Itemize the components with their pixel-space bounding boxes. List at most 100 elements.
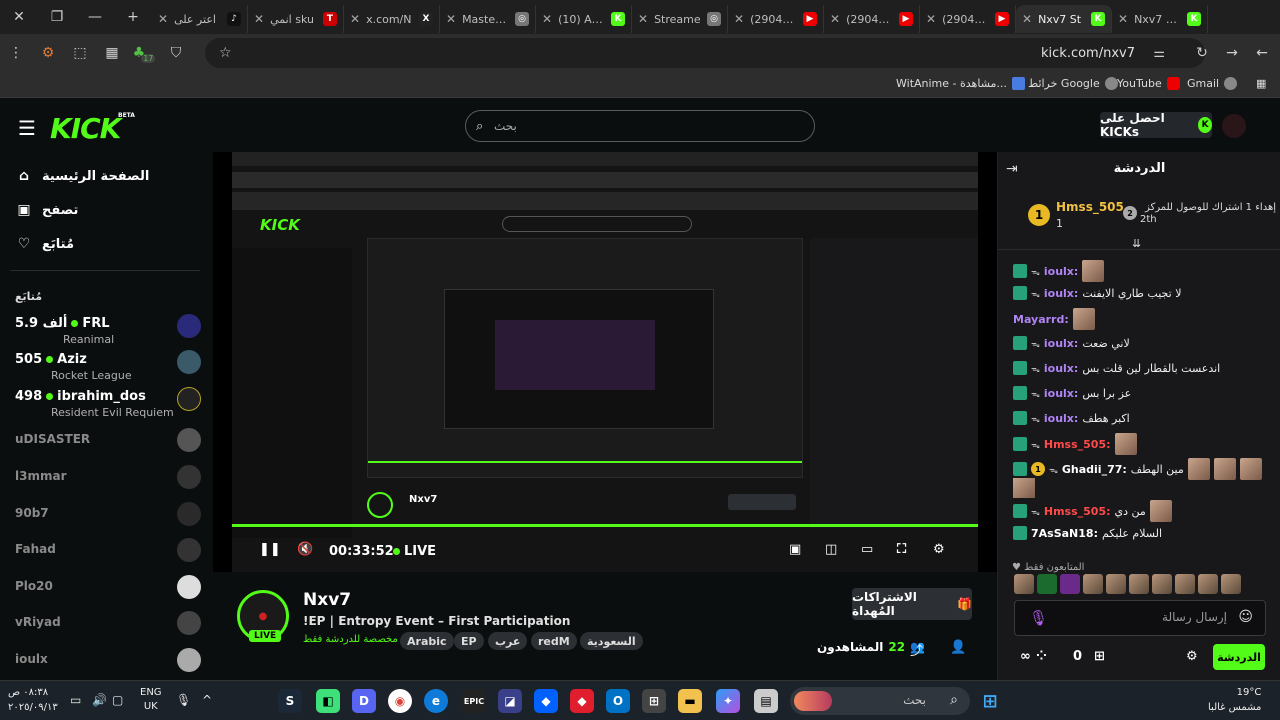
windows-start-icon[interactable]: ⊞ (978, 689, 1002, 713)
offline-channel[interactable]: 90b7 (15, 502, 201, 526)
mute-icon[interactable]: 🔇 (297, 542, 313, 557)
live-channel-ibrahim[interactable]: 498 ibrahim_dos Resident Evil Requiem (15, 387, 201, 421)
bookmark-gmail[interactable]: Gmail (1187, 77, 1238, 90)
taskbar-search[interactable]: بحث ⌕ (790, 687, 970, 715)
extension-icon[interactable]: ⚙ (32, 37, 64, 69)
chevron-up-icon[interactable]: ^ (202, 693, 212, 707)
restore-window-icon[interactable]: ❐ (38, 0, 76, 34)
file-explorer-icon[interactable]: ▬ (678, 689, 702, 713)
app-icon-2[interactable]: ◪ (498, 689, 522, 713)
close-tab-icon[interactable]: ✕ (542, 12, 552, 26)
tag-redm[interactable]: redM (531, 632, 577, 650)
shield-icon[interactable]: ⛉ (160, 37, 192, 69)
puzzle-icon[interactable]: ⬚ (64, 37, 96, 69)
chrome-icon[interactable]: ◉ (388, 689, 412, 713)
offline-channel[interactable]: Plo20 (15, 575, 201, 599)
chat-username[interactable]: Ghadii_77: (1062, 463, 1127, 476)
bookmark-star-icon[interactable]: ☆ (219, 45, 232, 61)
bookmark-youtube[interactable]: YouTube (1117, 77, 1180, 90)
browser-tab[interactable]: ✕ (2904) A ▶ (728, 5, 824, 33)
browser-tab[interactable]: ✕ Streame ◎ (632, 5, 728, 33)
channel-name[interactable]: Nxv7 (303, 590, 351, 610)
browser-tab[interactable]: ✕ (10) Alert K (536, 5, 632, 33)
store-icon[interactable]: ⊞ (1094, 649, 1105, 664)
extension-icon-2[interactable]: ▦ (96, 37, 128, 69)
close-tab-icon[interactable]: ✕ (446, 12, 456, 26)
extension-icon-3[interactable]: ♣ 17 (128, 37, 160, 69)
viewer-avatar[interactable] (1106, 574, 1126, 594)
tag-ep[interactable]: EP (454, 632, 484, 650)
epic-games-icon[interactable]: EPIC (462, 689, 486, 713)
leader-1-name[interactable]: Hmss_505 (1056, 200, 1124, 214)
viewer-avatar[interactable] (1152, 574, 1172, 594)
app-icon-3[interactable]: ◆ (570, 689, 594, 713)
weather-widget[interactable]: 19°C مشمس غالبا (1208, 685, 1261, 715)
fullscreen-icon[interactable]: ⛶ (897, 542, 906, 557)
offline-channel[interactable]: ioulx (15, 648, 201, 672)
reload-icon[interactable]: ↻ (1186, 37, 1218, 69)
chat-username[interactable]: ioulx: (1044, 287, 1078, 300)
live-channel-aziz[interactable]: 505 Aziz Rocket League (15, 350, 201, 384)
app-icon[interactable]: ◧ (316, 689, 340, 713)
network-icon[interactable]: ▢ (112, 693, 123, 707)
pause-icon[interactable]: ❚❚ (259, 542, 281, 557)
browser-tab[interactable]: ✕ Nxv7 Str K (1112, 5, 1208, 33)
search-input[interactable]: ⌕ بحث (465, 110, 815, 142)
progress-bar[interactable] (232, 524, 978, 527)
volume-icon[interactable]: 🔊 (92, 693, 107, 707)
chat-username[interactable]: ioulx: (1044, 387, 1078, 400)
mic-icon[interactable]: 🎙 (1029, 609, 1048, 627)
chat-username[interactable]: ioulx: (1044, 337, 1078, 350)
chat-username[interactable]: ioulx: (1044, 265, 1078, 278)
close-tab-icon[interactable]: ✕ (1118, 12, 1128, 26)
dropbox-icon[interactable]: ◆ (534, 689, 558, 713)
nav-home[interactable]: ⌂ الصفحة الرئيسية (16, 168, 149, 184)
system-clock[interactable]: ٠٨:٣٨ ص ٢٠٢٥/٠٩/١٣ (8, 685, 58, 715)
chat-username[interactable]: Hmss_505: (1044, 438, 1111, 451)
nav-following[interactable]: ♡ مُتابَع (16, 236, 74, 252)
edge-icon[interactable]: e (424, 689, 448, 713)
battery-icon[interactable]: ▭ (70, 693, 81, 707)
clip-icon[interactable]: ▣ (789, 542, 801, 557)
close-tab-icon[interactable]: ✕ (830, 12, 840, 26)
viewer-avatar[interactable] (1175, 574, 1195, 594)
offline-channel[interactable]: uDISASTER (15, 428, 201, 452)
close-window-icon[interactable]: ✕ (0, 0, 38, 34)
close-tab-icon[interactable]: ✕ (638, 12, 648, 26)
chat-username[interactable]: Hmss_505: (1044, 505, 1111, 518)
browser-tab[interactable]: ✕ اعتر على ♪ (152, 5, 248, 33)
chat-username[interactable]: ioulx: (1044, 412, 1078, 425)
gift-subs-button[interactable]: الاشتراكات المُهداة 🎁 (852, 588, 972, 620)
share-icon[interactable]: ⤴ (910, 640, 923, 659)
menu-icon[interactable]: ⋮ (0, 37, 32, 69)
expand-leaderboard-icon[interactable]: ⇊ (1132, 237, 1141, 250)
bookmark-witanime[interactable]: WitAnime - مشاهدة... (896, 77, 1025, 90)
close-tab-icon[interactable]: ✕ (254, 12, 264, 26)
offline-channel[interactable]: Fahad (15, 538, 201, 562)
video-player[interactable]: KICK Nxv7 ❚❚ 🔇 00:33:52 LIVE ▣ ◫ ▭ ⛶ ⚙ (213, 152, 997, 572)
close-tab-icon[interactable]: ✕ (926, 12, 936, 26)
follow-icon[interactable]: 👤 (950, 640, 966, 655)
user-avatar[interactable] (1222, 114, 1246, 138)
settings-gear-icon[interactable]: ⚙ (933, 542, 945, 557)
viewer-avatar[interactable] (1014, 574, 1034, 594)
infinity-icon[interactable]: ∞ (1020, 649, 1031, 664)
chat-username[interactable]: Mayarrd: (1013, 313, 1069, 326)
discord-icon[interactable]: D (352, 689, 376, 713)
minimize-window-icon[interactable]: — (76, 0, 114, 34)
store-icon[interactable]: ⊞ (642, 689, 666, 713)
tag-saudi[interactable]: السعودية (580, 632, 643, 650)
chat-username[interactable]: ioulx: (1044, 362, 1078, 375)
chat-settings-gear-icon[interactable]: ⚙ (1186, 649, 1198, 664)
viewer-avatar[interactable] (1221, 574, 1241, 594)
offline-channel[interactable]: vRiyad (15, 611, 201, 635)
miniplayer-icon[interactable]: ▭ (861, 542, 873, 557)
close-tab-icon[interactable]: ✕ (734, 12, 744, 26)
browser-tab[interactable]: ✕ x.com/N X (344, 5, 440, 33)
viewer-avatar[interactable] (1198, 574, 1218, 594)
browser-tab[interactable]: ✕ (2904) S ▶ (920, 5, 1016, 33)
nav-browse[interactable]: ▣ تصفح (16, 202, 78, 218)
site-settings-icon[interactable]: ⚌ (1153, 46, 1165, 61)
all-bookmarks-icon[interactable]: ▦ (1256, 77, 1266, 90)
get-kicks-button[interactable]: احصل على KICKs K (1100, 111, 1212, 139)
